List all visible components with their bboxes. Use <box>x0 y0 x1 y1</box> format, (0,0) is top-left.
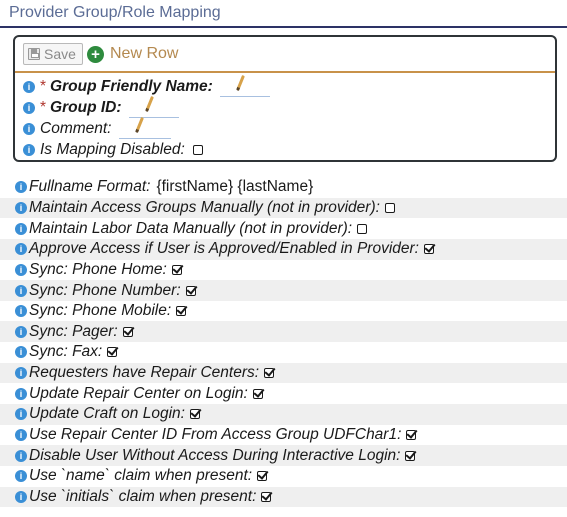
setting-checkbox[interactable] <box>423 244 434 255</box>
setting-label: Maintain Labor Data Manually (not in pro… <box>29 219 353 237</box>
mapping-editor-panel: Save + New Row i * Group Friendly Name: … <box>13 35 557 162</box>
setting-label: Approve Access if User is Approved/Enabl… <box>29 240 419 258</box>
field-label: Comment: <box>40 120 112 137</box>
setting-label: Sync: Phone Home: <box>29 260 167 278</box>
required-marker: * <box>40 78 47 95</box>
info-icon[interactable]: i <box>15 181 27 194</box>
info-icon[interactable]: i <box>15 490 27 503</box>
info-icon[interactable]: i <box>15 284 27 297</box>
editor-toolbar: Save + New Row <box>15 37 555 73</box>
setting-checkbox[interactable] <box>384 202 395 213</box>
field-label: Group Friendly Name: <box>50 78 213 95</box>
info-icon[interactable]: i <box>15 470 27 483</box>
info-icon[interactable]: i <box>15 449 27 462</box>
setting-label: Use `initials` claim when present: <box>29 487 257 505</box>
pencil-icon <box>134 116 144 133</box>
info-icon[interactable]: i <box>23 123 35 135</box>
setting-row: i Sync: Pager: <box>0 321 567 343</box>
info-icon[interactable]: i <box>15 325 27 338</box>
setting-row: i Update Craft on Login: <box>0 404 567 425</box>
setting-label: Fullname Format: <box>29 178 151 196</box>
setting-row: i Sync: Phone Home: <box>0 260 567 281</box>
comment-input[interactable] <box>118 116 171 139</box>
new-row-label: New Row <box>110 45 179 62</box>
setting-label: Use `name` claim when present: <box>29 467 253 485</box>
setting-label: Update Craft on Login: <box>29 405 185 423</box>
setting-value: {firstName} {lastName} <box>156 178 314 196</box>
info-icon[interactable]: i <box>15 367 27 380</box>
setting-checkbox[interactable] <box>185 285 196 296</box>
setting-row: i Sync: Phone Number: <box>0 280 567 301</box>
setting-row: i Use Repair Center ID From Access Group … <box>0 425 567 446</box>
setting-row: i Fullname Format: {firstName} {lastName} <box>0 177 567 198</box>
info-icon[interactable]: i <box>15 263 27 276</box>
group-friendly-name-field: i * Group Friendly Name: <box>23 74 270 97</box>
setting-label: Sync: Pager: <box>29 322 118 340</box>
setting-checkbox[interactable] <box>107 347 118 358</box>
setting-label: Update Repair Center on Login: <box>29 384 248 402</box>
info-icon[interactable]: i <box>23 81 35 93</box>
info-icon[interactable]: i <box>15 346 27 359</box>
field-label: Group ID: <box>50 99 122 116</box>
plus-circle-icon: + <box>87 45 104 63</box>
info-icon[interactable]: i <box>15 429 27 441</box>
pencil-icon <box>144 95 154 112</box>
setting-checkbox[interactable] <box>176 306 187 317</box>
info-icon[interactable]: i <box>23 144 35 156</box>
pencil-icon <box>235 74 245 91</box>
setting-label: Sync: Phone Number: <box>29 281 181 299</box>
setting-row: i Requesters have Repair Centers: <box>0 362 567 384</box>
setting-checkbox[interactable] <box>357 223 368 234</box>
save-button[interactable]: Save <box>23 43 83 65</box>
setting-row: i Use `initials` claim when present: <box>0 486 567 508</box>
save-label: Save <box>44 46 76 62</box>
comment-field: i Comment: <box>23 116 171 139</box>
setting-checkbox[interactable] <box>189 409 200 420</box>
setting-label: Use Repair Center ID From Access Group U… <box>29 426 402 443</box>
setting-row: i Sync: Phone Mobile: <box>0 301 567 322</box>
setting-row: i Approve Access if User is Approved/Enab… <box>0 238 567 260</box>
setting-row: i Disable User Without Access During Inte… <box>0 445 567 466</box>
setting-checkbox[interactable] <box>171 264 182 275</box>
info-icon[interactable]: i <box>15 243 27 256</box>
info-icon[interactable]: i <box>15 201 27 214</box>
setting-checkbox[interactable] <box>257 471 268 482</box>
setting-label: Requesters have Repair Centers: <box>29 364 260 382</box>
info-icon[interactable]: i <box>15 387 27 400</box>
setting-checkbox[interactable] <box>122 326 133 337</box>
setting-checkbox[interactable] <box>405 450 416 461</box>
info-icon[interactable]: i <box>15 305 27 318</box>
group-id-input[interactable] <box>128 95 179 118</box>
setting-label: Sync: Fax: <box>29 343 103 361</box>
info-icon[interactable]: i <box>23 102 35 114</box>
group-friendly-name-input[interactable] <box>219 74 270 97</box>
info-icon[interactable]: i <box>15 408 27 421</box>
page-title: Provider Group/Role Mapping <box>0 0 567 28</box>
setting-label: Maintain Access Groups Manually (not in … <box>29 198 380 216</box>
setting-label: Sync: Phone Mobile: <box>29 302 172 320</box>
setting-checkbox[interactable] <box>261 491 272 502</box>
is-mapping-disabled-field: i Is Mapping Disabled: <box>23 140 203 160</box>
setting-row: i Maintain Labor Data Manually (not in pr… <box>0 218 567 239</box>
setting-checkbox[interactable] <box>264 368 275 379</box>
field-label: Is Mapping Disabled: <box>40 141 185 158</box>
setting-label: Disable User Without Access During Inter… <box>29 446 401 464</box>
new-row-button[interactable]: + New Row <box>87 42 178 66</box>
setting-checkbox[interactable] <box>252 388 263 399</box>
group-id-field: i * Group ID: <box>23 95 179 118</box>
setting-row: i Maintain Access Groups Manually (not in… <box>0 197 567 219</box>
is-mapping-disabled-checkbox[interactable] <box>192 145 203 155</box>
setting-row: i Update Repair Center on Login: <box>0 383 567 404</box>
required-marker: * <box>40 99 47 116</box>
setting-row: i Use `name` claim when present: <box>0 466 567 487</box>
floppy-disk-icon <box>28 48 40 60</box>
setting-row: i Sync: Fax: <box>0 342 567 363</box>
setting-checkbox[interactable] <box>406 430 417 440</box>
info-icon[interactable]: i <box>15 222 27 235</box>
settings-list: i Fullname Format: {firstName} {lastName} i… <box>0 177 567 508</box>
